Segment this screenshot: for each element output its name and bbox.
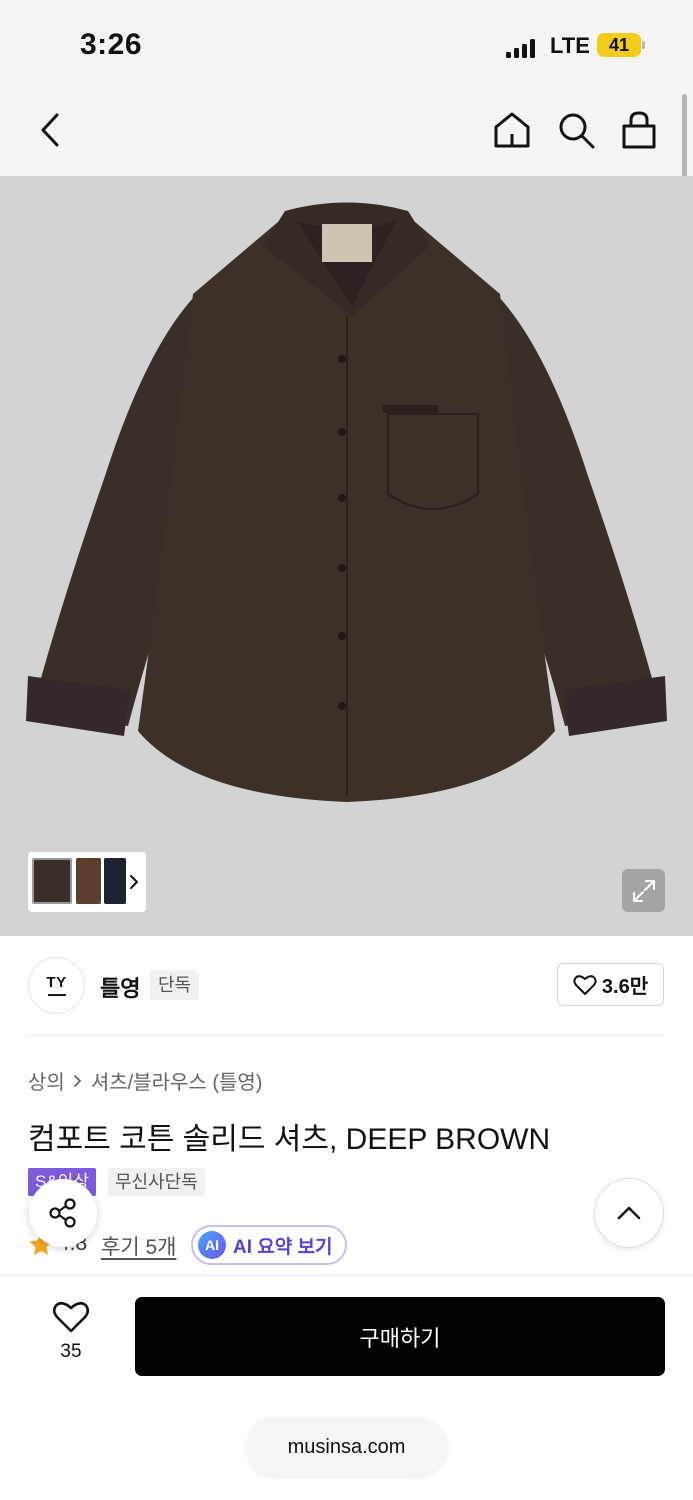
cart-button[interactable]	[617, 108, 661, 152]
heart-icon	[52, 1301, 90, 1333]
home-icon	[494, 112, 530, 148]
breadcrumb: 상의 셔츠/블라우스 (틀영)	[28, 1066, 262, 1095]
search-icon	[559, 113, 595, 149]
divider	[28, 1035, 665, 1036]
back-button[interactable]	[28, 108, 72, 152]
musinsa-exclusive-tag: 무신사단독	[108, 1168, 205, 1196]
battery-tip	[642, 41, 645, 49]
review-link[interactable]: 후기 5개	[101, 1231, 176, 1261]
brand-like-count: 3.6만	[601, 976, 649, 998]
brand-logo-text: TY	[46, 974, 67, 991]
home-button[interactable]	[490, 108, 534, 152]
share-icon	[49, 1198, 76, 1228]
shopping-bag-icon	[622, 111, 656, 149]
wishlist-button[interactable]: 35	[45, 1300, 97, 1363]
exclusive-badge: 단독	[150, 970, 200, 1000]
cellular-signal-icon	[506, 38, 536, 58]
brand-name[interactable]: 틀영	[100, 971, 140, 1003]
brand-logo[interactable]: TY	[28, 957, 85, 1014]
battery-icon: 41	[597, 33, 641, 57]
thumbnail-strip[interactable]	[28, 852, 146, 912]
breadcrumb-subcategory[interactable]: 셔츠/블라우스 (틀영)	[91, 1066, 263, 1095]
fullscreen-button[interactable]	[622, 869, 665, 912]
scrollbar[interactable]	[682, 94, 687, 182]
buy-button[interactable]: 구매하기	[135, 1297, 665, 1376]
expand-icon	[632, 879, 655, 902]
network-type: LTE	[550, 33, 590, 58]
product-title: 컴포트 코튼 솔리드 셔츠, DEEP BROWN	[28, 1123, 551, 1156]
chevron-up-icon	[617, 1206, 641, 1220]
shirt-image	[26, 202, 667, 802]
header-area: 3:26 LTE 41	[0, 0, 693, 182]
product-image[interactable]	[0, 176, 693, 936]
thumbnail-navy[interactable]	[104, 858, 126, 904]
ai-summary-label: AI 요약 보기	[233, 1236, 333, 1258]
browser-url-bar[interactable]: musinsa.com	[246, 1418, 447, 1476]
thumbnail-brown[interactable]	[32, 858, 72, 904]
ai-icon: AI	[198, 1231, 226, 1259]
chevron-right-icon	[73, 1074, 82, 1087]
wishlist-count: 35	[60, 1341, 82, 1362]
chevron-right-icon[interactable]	[128, 874, 140, 890]
brand-like-button[interactable]: 3.6만	[557, 963, 664, 1006]
scroll-to-top-button[interactable]	[594, 1178, 664, 1248]
heart-icon	[573, 974, 597, 995]
back-arrow-icon	[41, 113, 59, 147]
share-button[interactable]	[29, 1179, 97, 1247]
ai-summary-button[interactable]: AI AI 요약 보기	[191, 1225, 348, 1265]
thumbnail-mocha[interactable]	[76, 858, 101, 904]
search-button[interactable]	[554, 108, 598, 152]
brand-logo-underline	[47, 994, 66, 996]
breadcrumb-category[interactable]: 상의	[28, 1066, 65, 1095]
status-time: 3:26	[80, 28, 143, 61]
